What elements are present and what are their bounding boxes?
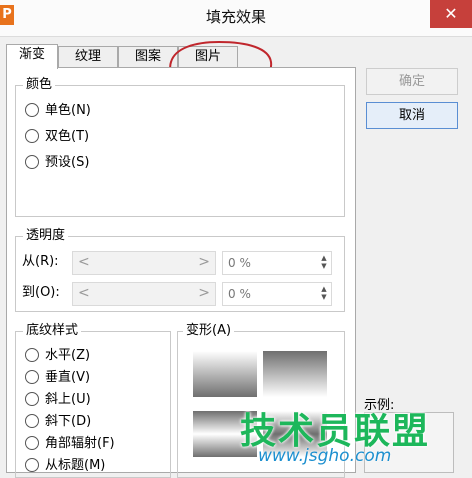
transparency-group-title: 透明度 [23,228,69,244]
from-slider[interactable]: < > [72,251,216,275]
radio-diagonal-down[interactable]: 斜下(D) [25,412,91,432]
tab-gradient[interactable]: 渐变 [6,44,58,69]
tab-texture[interactable]: 纹理 [58,46,118,67]
watermark-url: www.jsgho.com [258,446,392,466]
radio-circle-icon [25,391,39,406]
radio-circle-icon [25,154,39,169]
variants-title: 变形(A) [183,323,235,339]
radio-two-colors[interactable]: 双色(T) [25,127,89,147]
radio-circle-icon [25,347,39,362]
to-slider[interactable]: < > [72,282,216,306]
radio-circle-icon [25,102,39,117]
close-button[interactable]: ✕ [430,0,472,28]
slider-left-arrow-icon[interactable]: < [78,252,90,272]
radio-one-color[interactable]: 单色(N) [25,101,91,121]
slider-left-arrow-icon[interactable]: < [78,283,90,303]
watermark: 技术员联盟 www.jsgho.com [240,400,472,471]
radio-from-title[interactable]: 从标题(M) [25,456,105,476]
slider-right-arrow-icon[interactable]: > [198,252,210,272]
radio-diagonal-up[interactable]: 斜上(U) [25,390,91,410]
radio-horizontal[interactable]: 水平(Z) [25,346,90,366]
radio-preset[interactable]: 预设(S) [25,153,89,173]
radio-circle-icon [25,457,39,472]
title-bar: P 填充效果 ✕ [0,0,472,37]
radio-from-corner[interactable]: 角部辐射(F) [25,434,115,454]
radio-circle-icon [25,413,39,428]
radio-circle-icon [25,369,39,384]
radio-circle-icon [25,128,39,143]
cancel-button[interactable]: 取消 [366,102,458,129]
variant-swatch-2[interactable] [263,351,327,397]
variant-swatch-1[interactable] [193,351,257,397]
spin-up-down-icon[interactable]: ▲ ▼ [319,254,329,270]
from-spinbox[interactable]: 0 % ▲ ▼ [222,251,332,275]
ok-button[interactable]: 确定 [366,68,458,95]
slider-right-arrow-icon[interactable]: > [198,283,210,303]
dialog-title: 填充效果 [205,8,266,26]
from-label: 从(R): [22,254,59,269]
colors-group-title: 颜色 [23,77,56,93]
shading-style-title: 底纹样式 [23,323,82,339]
to-label: 到(O): [22,285,60,300]
spin-up-down-icon[interactable]: ▲ ▼ [319,285,329,301]
radio-circle-icon [25,435,39,450]
to-spinbox[interactable]: 0 % ▲ ▼ [222,282,332,306]
radio-vertical[interactable]: 垂直(V) [25,368,90,388]
